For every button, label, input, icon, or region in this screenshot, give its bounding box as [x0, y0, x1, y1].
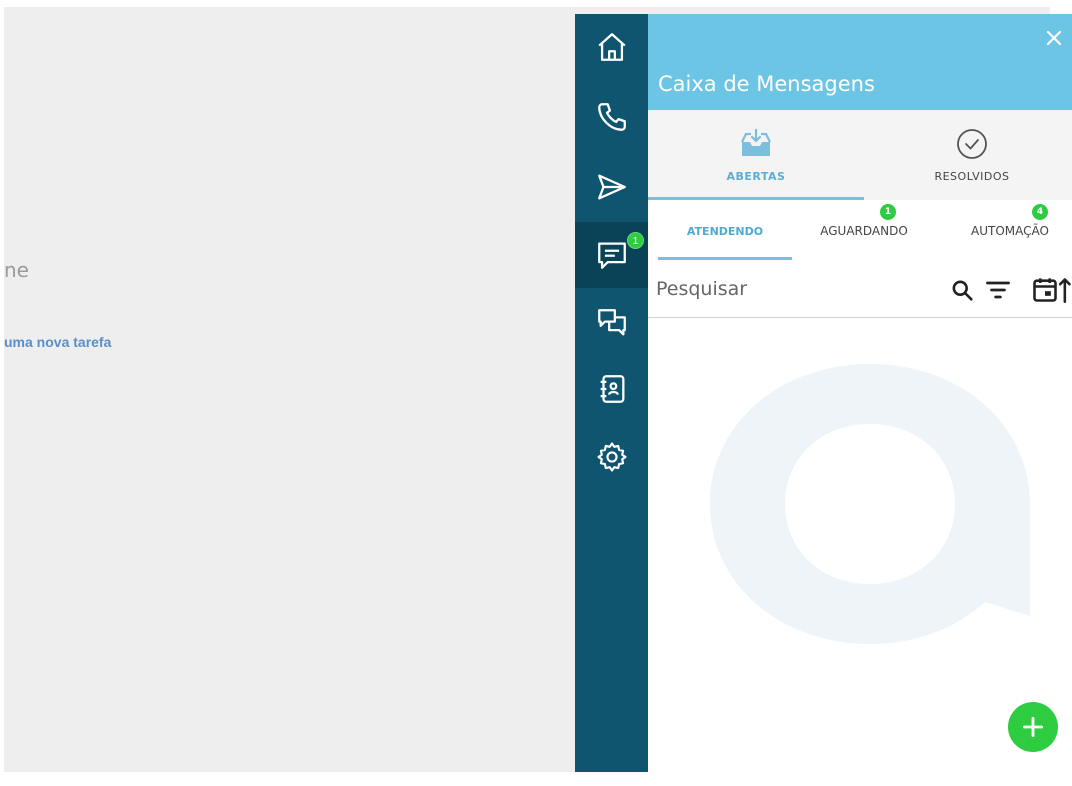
search-icon[interactable]	[948, 276, 976, 304]
tab-resolvidos-label: RESOLVIDOS	[934, 170, 1010, 183]
tab-aguardando-label: AGUARDANDO	[820, 224, 908, 238]
icon-rail: 1	[575, 14, 648, 772]
sub-tabs: ATENDENDO AGUARDANDO 1 AUTOMAÇÃO 4	[648, 200, 1072, 262]
panel-header: Caixa de Mensagens	[648, 14, 1072, 110]
close-icon[interactable]	[1042, 26, 1066, 50]
search-input[interactable]	[656, 274, 936, 304]
background-heading: ne	[4, 258, 29, 282]
rail-settings-button[interactable]	[575, 424, 648, 490]
main-tabs: ABERTAS RESOLVIDOS	[648, 110, 1072, 200]
calendar-sort-icon[interactable]	[1032, 276, 1072, 304]
phone-icon	[597, 103, 626, 131]
tab-automacao[interactable]: AUTOMAÇÃO 4	[948, 200, 1072, 262]
rail-home-button[interactable]	[575, 14, 648, 80]
rail-conversations-button[interactable]	[575, 290, 648, 356]
tab-automacao-label: AUTOMAÇÃO	[971, 224, 1049, 238]
rail-messages-button[interactable]: 1	[575, 222, 648, 288]
filter-icon[interactable]	[984, 276, 1012, 304]
rail-contacts-button[interactable]	[575, 356, 648, 422]
check-circle-icon	[957, 129, 987, 159]
home-icon	[597, 33, 626, 61]
tab-resolvidos[interactable]: RESOLVIDOS	[864, 110, 1072, 200]
rail-send-button[interactable]	[575, 154, 648, 220]
rail-phone-button[interactable]	[575, 84, 648, 150]
contacts-book-icon	[600, 375, 624, 403]
search-bar	[648, 262, 1072, 318]
send-icon	[597, 174, 626, 200]
conversations-icon	[597, 309, 626, 336]
messages-badge: 1	[627, 232, 644, 249]
tab-atendendo-label: ATENDENDO	[686, 224, 764, 238]
logo-watermark-icon	[710, 364, 1030, 644]
tab-abertas[interactable]: ABERTAS	[648, 110, 864, 200]
tab-aguardando[interactable]: AGUARDANDO 1	[804, 200, 924, 262]
chat-icon	[597, 242, 626, 269]
message-panel: Caixa de Mensagens ABERTAS RESOLVIDOS AT…	[648, 14, 1072, 772]
gear-icon	[596, 442, 627, 472]
automacao-badge: 4	[1032, 204, 1048, 220]
new-task-link[interactable]: uma nova tarefa	[4, 334, 111, 350]
tab-atendendo[interactable]: ATENDENDO	[658, 200, 792, 262]
new-conversation-button[interactable]	[1008, 702, 1058, 752]
aguardando-badge: 1	[880, 204, 896, 220]
inbox-icon	[741, 128, 771, 156]
plus-icon	[1022, 716, 1044, 738]
tab-abertas-label: ABERTAS	[726, 170, 786, 183]
panel-title: Caixa de Mensagens	[658, 72, 875, 96]
